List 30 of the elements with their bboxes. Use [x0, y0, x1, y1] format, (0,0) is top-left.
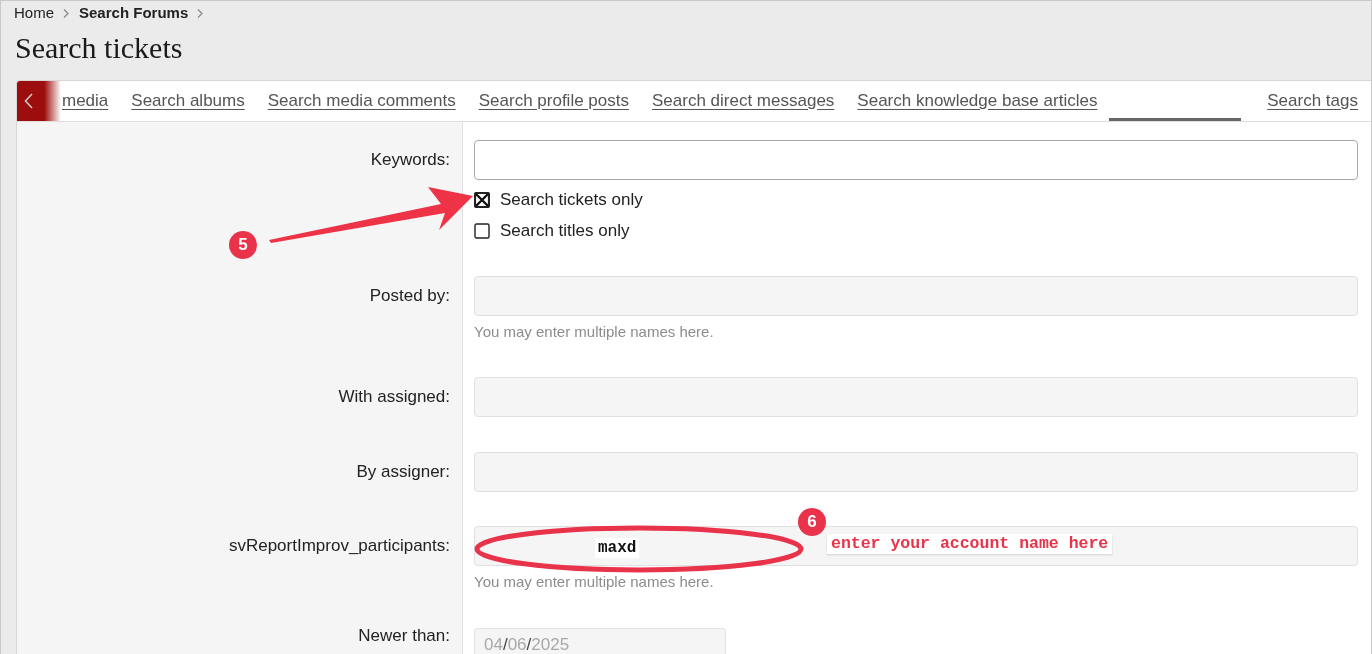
field-label: Posted by:	[369, 285, 450, 307]
page-title: Search tickets	[15, 30, 183, 66]
checkbox[interactable]	[474, 191, 490, 208]
tab[interactable]: Search media comments	[267, 81, 456, 121]
field-label: Newer than:	[358, 628, 450, 644]
tab[interactable]: media	[62, 81, 109, 121]
tab[interactable]: Search knowledge base articles	[857, 81, 1098, 121]
checkbox-label: Search tickets only	[500, 189, 643, 210]
field-label: Keywords:	[370, 149, 450, 171]
field-hint: You may enter multiple names here.	[474, 574, 714, 590]
scroll-left-button[interactable]	[17, 81, 61, 121]
chevron-right-icon	[197, 8, 204, 18]
tab[interactable]: Search tags	[1267, 81, 1358, 121]
field-label: svReportImprov_participants:	[228, 535, 450, 557]
breadcrumb-link[interactable]: Search Forums	[79, 4, 189, 22]
field-label: By assigner:	[356, 461, 450, 483]
field-hint: You may enter multiple names here.	[474, 324, 714, 340]
annotation-text: maxd	[595, 538, 640, 558]
tab[interactable]: Search albums	[131, 81, 245, 121]
breadcrumb-link[interactable]: Home	[14, 4, 54, 22]
tab[interactable]: Search direct messages	[652, 81, 835, 121]
checkbox-label: Search titles only	[500, 220, 630, 241]
checkbox[interactable]	[474, 222, 490, 239]
chevron-right-icon	[63, 8, 69, 18]
field-label: With assigned:	[338, 386, 450, 408]
annotation-note: enter your account name here	[827, 534, 1113, 554]
date-field[interactable]: 04/06/2025	[474, 628, 726, 654]
text-field[interactable]	[474, 140, 1358, 180]
tab[interactable]: Search profile posts	[478, 81, 629, 121]
chevron-left-icon	[24, 93, 33, 109]
